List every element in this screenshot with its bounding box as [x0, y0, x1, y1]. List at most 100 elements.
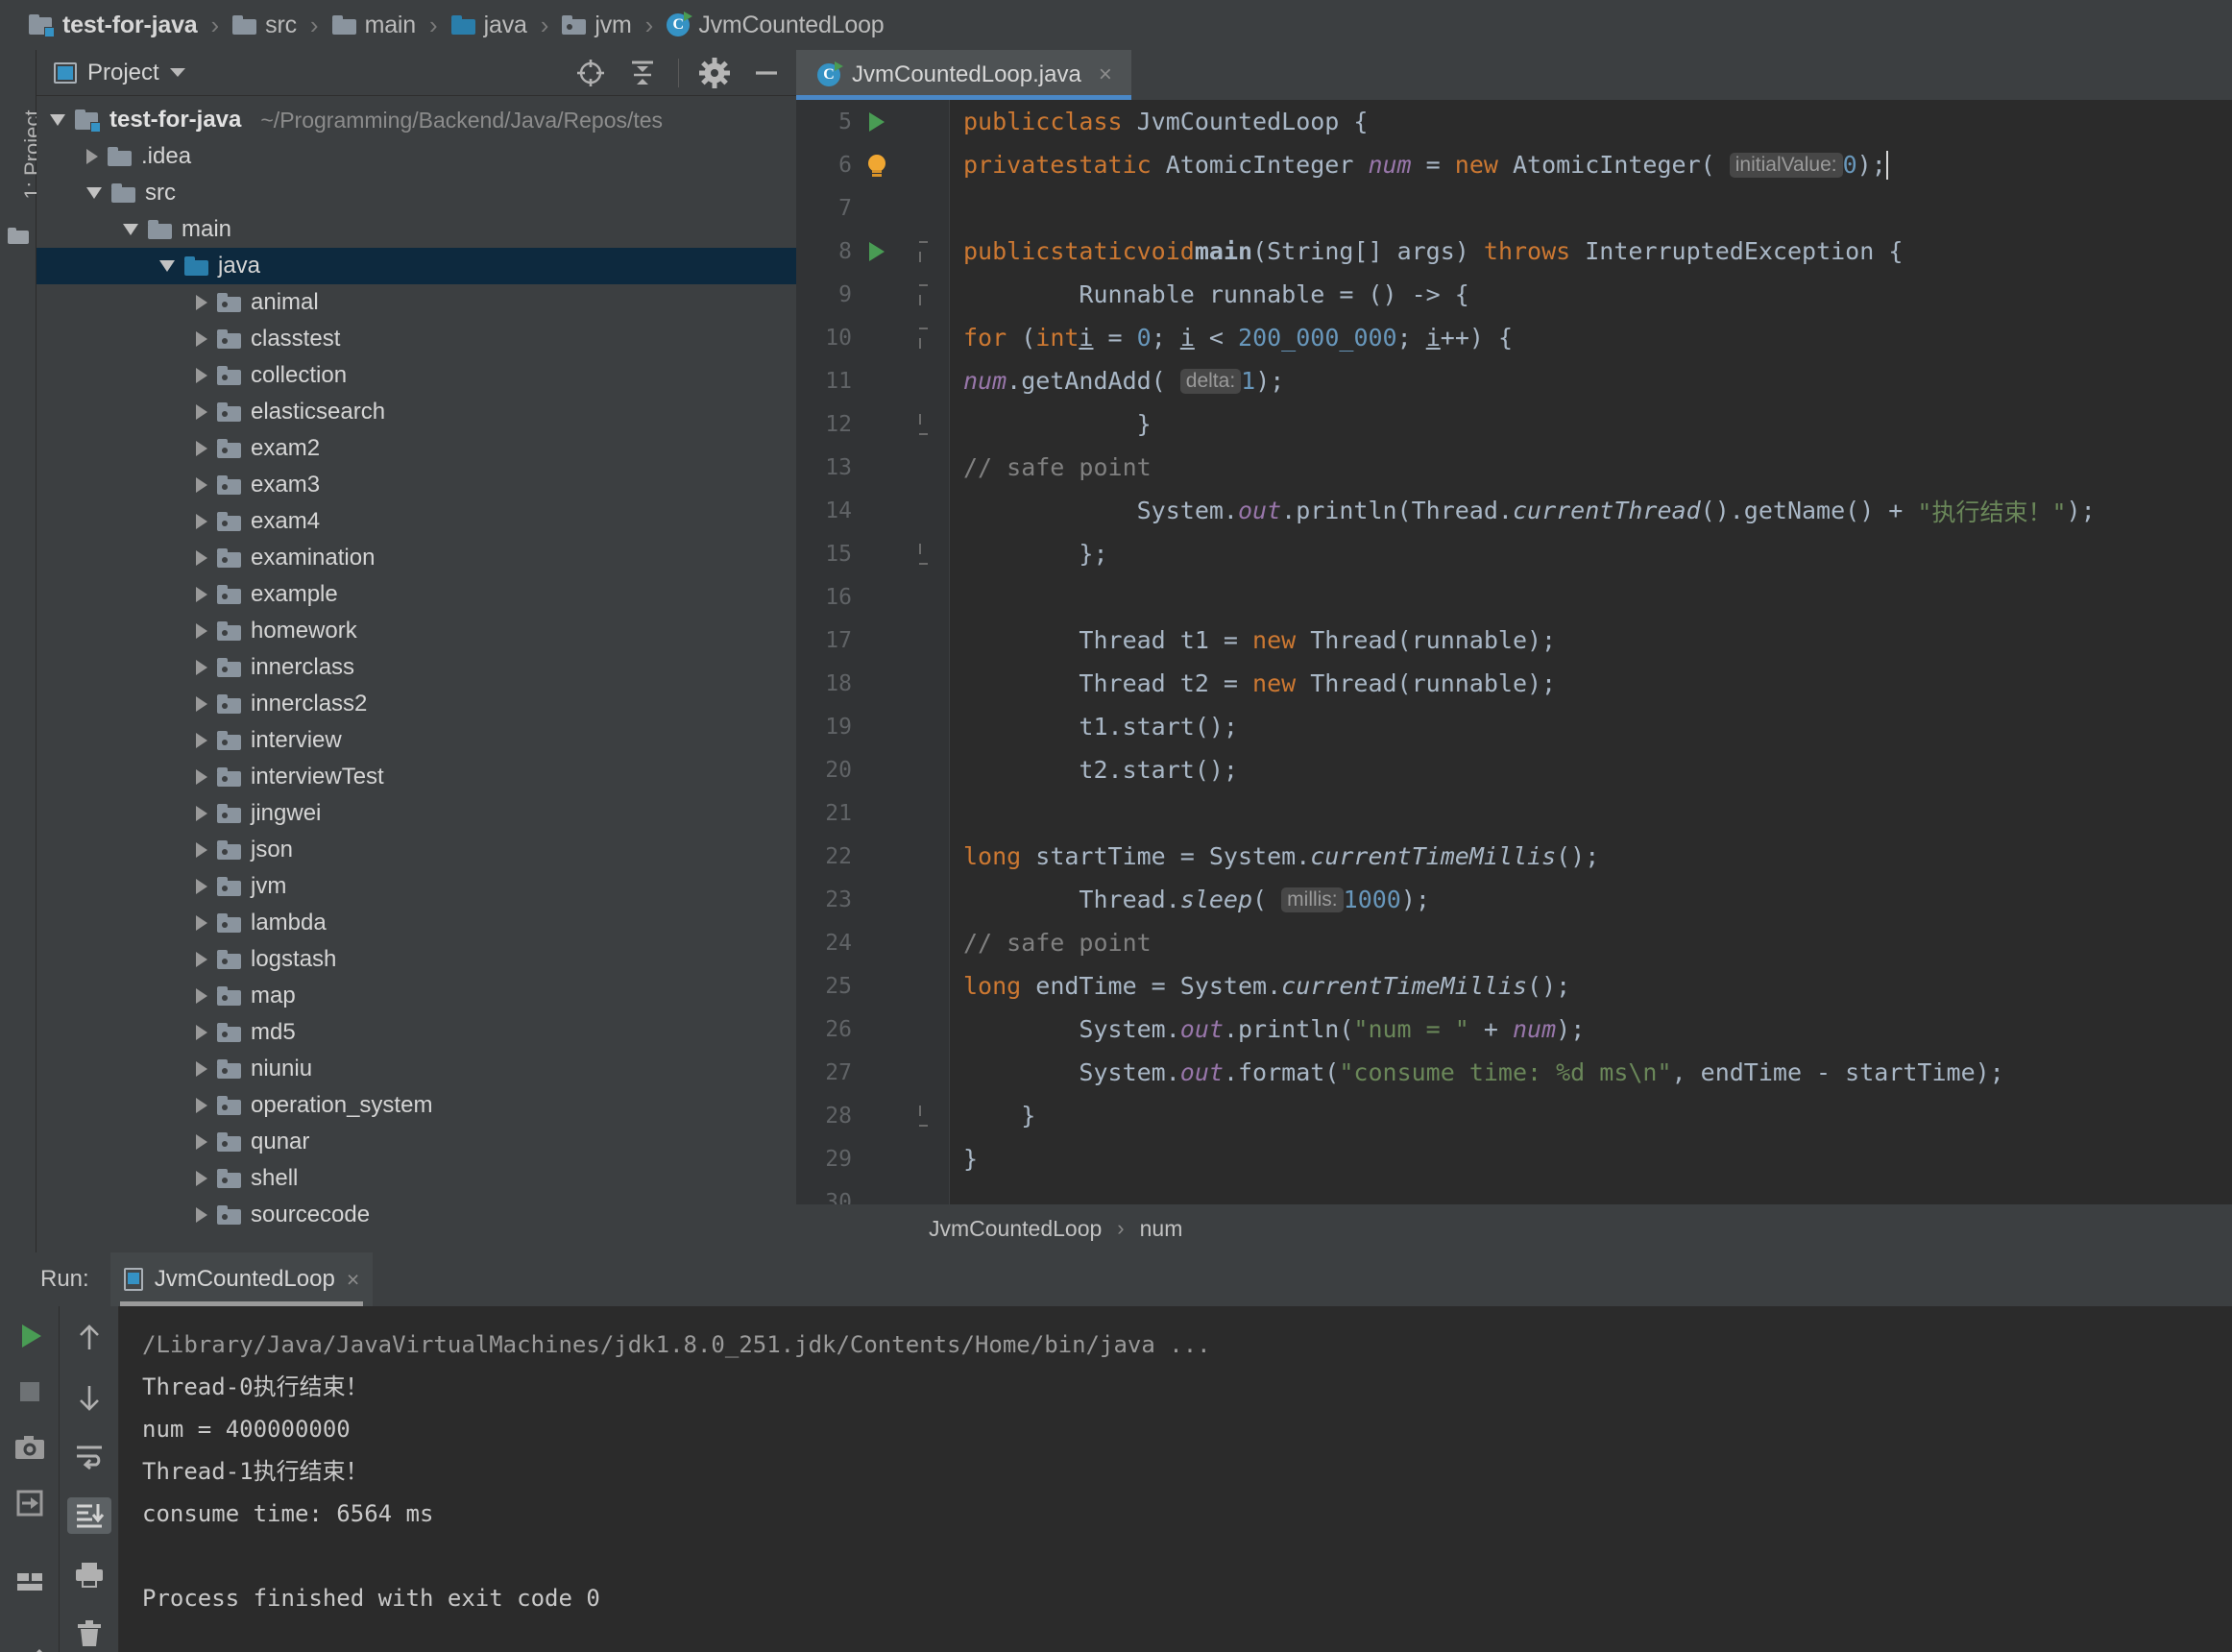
- editor-gutter[interactable]: 5 6 7 8 9 10 11 12 13 14 15 16 17 18 19 20 21 22 23 24 25 26 2…: [796, 100, 950, 1215]
- gutter-line[interactable]: 26: [796, 1008, 950, 1051]
- code-line[interactable]: t2.start();: [963, 748, 2232, 791]
- gutter-line[interactable]: 27: [796, 1051, 950, 1094]
- editor-tab-jvmcountedloop[interactable]: C JvmCountedLoop.java ×: [796, 50, 1131, 100]
- tree-node-animal[interactable]: animal: [36, 284, 796, 321]
- tree-node-src[interactable]: src: [36, 175, 796, 211]
- chevron-right-icon[interactable]: [196, 1171, 207, 1186]
- gutter-line[interactable]: 23: [796, 878, 950, 921]
- chevron-right-icon[interactable]: [196, 769, 207, 785]
- chevron-right-icon[interactable]: [196, 806, 207, 821]
- tree-node-collection[interactable]: collection: [36, 357, 796, 394]
- chevron-down-icon[interactable]: [123, 224, 138, 235]
- fold-region-marker[interactable]: [902, 413, 940, 435]
- tree-node-jingwei[interactable]: jingwei: [36, 795, 796, 832]
- chevron-right-icon[interactable]: [196, 441, 207, 456]
- gear-icon[interactable]: [698, 57, 731, 89]
- code-line[interactable]: public static void main (String[] args) t…: [963, 230, 2232, 273]
- chevron-right-icon[interactable]: [196, 404, 207, 420]
- gutter-line[interactable]: 5: [796, 100, 950, 143]
- chevron-right-icon[interactable]: [196, 331, 207, 347]
- code-line[interactable]: long endTime = System. currentTimeMillis(…: [963, 964, 2232, 1008]
- gutter-line[interactable]: 15: [796, 532, 950, 575]
- tree-node-innerclass2[interactable]: innerclass2: [36, 686, 796, 722]
- tree-node-logstash[interactable]: logstash: [36, 941, 796, 978]
- code-line[interactable]: };: [963, 532, 2232, 575]
- code-line[interactable]: System. out .println("num = " + num);: [963, 1008, 2232, 1051]
- chevron-down-icon[interactable]: [159, 260, 175, 272]
- fold-start-icon[interactable]: [910, 240, 932, 262]
- hide-icon[interactable]: [750, 57, 783, 89]
- tree-node-exam3[interactable]: exam3: [36, 467, 796, 503]
- tree-node-homework[interactable]: homework: [36, 613, 796, 649]
- locate-icon[interactable]: [574, 57, 607, 89]
- code-line[interactable]: num .getAndAdd( delta: 1);: [963, 359, 2232, 402]
- code-line[interactable]: Runnable runnable = () -> {: [963, 273, 2232, 316]
- chevron-right-icon[interactable]: [196, 660, 207, 675]
- breadcrumb-class[interactable]: JvmCountedLoop: [929, 1216, 1102, 1242]
- project-tree[interactable]: test-for-java ~/Programming/Backend/Java/…: [36, 96, 796, 1252]
- code-line[interactable]: t1.start();: [963, 705, 2232, 748]
- tree-node-qunar[interactable]: qunar: [36, 1124, 796, 1160]
- code-text[interactable]: public class JvmCountedLoop { private st…: [950, 100, 2232, 1204]
- chevron-right-icon[interactable]: [196, 915, 207, 931]
- tree-node-classtest[interactable]: classtest: [36, 321, 796, 357]
- gutter-marker[interactable]: [852, 111, 902, 132]
- code-line[interactable]: Thread t2 = new Thread(runnable);: [963, 662, 2232, 705]
- camera-icon[interactable]: [8, 1431, 52, 1464]
- fold-end-icon[interactable]: [910, 543, 932, 565]
- nav-item-src[interactable]: src: [229, 0, 301, 50]
- gutter-line[interactable]: 22: [796, 835, 950, 878]
- gutter-line[interactable]: 14: [796, 489, 950, 532]
- tree-node-shell[interactable]: shell: [36, 1160, 796, 1197]
- tree-node-md5[interactable]: md5: [36, 1014, 796, 1051]
- chevron-right-icon[interactable]: [196, 733, 207, 748]
- code-line[interactable]: Thread t1 = new Thread(runnable);: [963, 619, 2232, 662]
- chevron-down-icon[interactable]: [50, 114, 65, 126]
- chevron-right-icon[interactable]: [196, 550, 207, 566]
- gutter-line[interactable]: 20: [796, 748, 950, 791]
- stop-icon[interactable]: [8, 1375, 52, 1408]
- gutter-line[interactable]: 24: [796, 921, 950, 964]
- chevron-right-icon[interactable]: [86, 149, 98, 164]
- tree-node-test-for-java[interactable]: test-for-java ~/Programming/Backend/Java/…: [36, 102, 796, 138]
- nav-item-class[interactable]: C JvmCountedLoop: [663, 0, 887, 50]
- gutter-line[interactable]: 13: [796, 446, 950, 489]
- gutter-line[interactable]: 12: [796, 402, 950, 446]
- gutter-marker[interactable]: [852, 154, 902, 177]
- gutter-marker[interactable]: [852, 241, 902, 261]
- intention-bulb-icon[interactable]: [868, 154, 886, 177]
- code-line[interactable]: System. out .format("consume time: %d ms\n…: [963, 1051, 2232, 1094]
- fold-end-icon[interactable]: [910, 413, 932, 435]
- code-line[interactable]: private static AtomicInteger num = new A…: [963, 143, 2232, 186]
- trash-icon[interactable]: [67, 1616, 111, 1652]
- code-line[interactable]: }: [963, 1137, 2232, 1180]
- close-icon[interactable]: ×: [1099, 61, 1112, 88]
- code-line[interactable]: [963, 186, 2232, 230]
- chevron-right-icon[interactable]: [196, 696, 207, 712]
- nav-item-project[interactable]: test-for-java: [25, 0, 202, 50]
- chevron-right-icon[interactable]: [196, 514, 207, 529]
- up-arrow-icon[interactable]: [67, 1320, 111, 1356]
- export-icon[interactable]: [8, 1487, 52, 1519]
- close-icon[interactable]: ×: [347, 1267, 359, 1293]
- chevron-right-icon[interactable]: [196, 1134, 207, 1150]
- code-line[interactable]: }: [963, 402, 2232, 446]
- pin-icon[interactable]: [8, 1644, 52, 1652]
- chevron-right-icon[interactable]: [196, 1207, 207, 1223]
- tree-node-java[interactable]: java: [36, 248, 796, 284]
- chevron-right-icon[interactable]: [196, 1061, 207, 1077]
- tree-node-elasticsearch[interactable]: elasticsearch: [36, 394, 796, 430]
- tree-node-lambda[interactable]: lambda: [36, 905, 796, 941]
- chevron-right-icon[interactable]: [196, 1025, 207, 1040]
- code-line[interactable]: // safe point: [963, 446, 2232, 489]
- fold-region-marker[interactable]: [902, 283, 940, 305]
- chevron-right-icon[interactable]: [196, 952, 207, 967]
- tree-node-niuniu[interactable]: niuniu: [36, 1051, 796, 1087]
- tree-node-example[interactable]: example: [36, 576, 796, 613]
- code-line[interactable]: Thread. sleep( millis: 1000);: [963, 878, 2232, 921]
- chevron-right-icon[interactable]: [196, 477, 207, 493]
- gutter-line[interactable]: 21: [796, 791, 950, 835]
- print-icon[interactable]: [67, 1557, 111, 1593]
- down-arrow-icon[interactable]: [67, 1379, 111, 1416]
- tree-node--idea[interactable]: .idea: [36, 138, 796, 175]
